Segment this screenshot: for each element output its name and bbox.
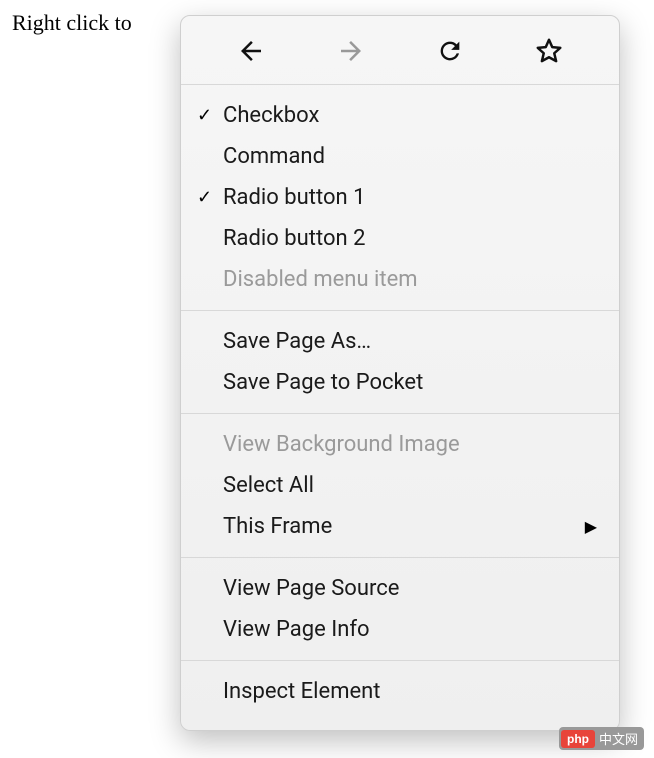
watermark-text: 中文网 — [599, 729, 638, 748]
context-menu: ✓ Checkbox Command ✓ Radio button 1 Radi… — [180, 15, 620, 731]
menu-item-select-all[interactable]: Select All — [181, 465, 619, 506]
submenu-arrow-icon: ▶ — [577, 515, 597, 539]
menu-item-label: Save Page to Pocket — [223, 366, 597, 399]
menu-item-label: Select All — [223, 469, 597, 502]
reload-icon[interactable] — [436, 37, 464, 65]
back-icon[interactable] — [236, 36, 266, 66]
menu-item-label: Checkbox — [223, 99, 597, 132]
menu-section-3: View Background Image Select All This Fr… — [181, 414, 619, 557]
menu-item-label: View Background Image — [223, 428, 597, 461]
menu-item-view-page-info[interactable]: View Page Info — [181, 609, 619, 650]
menu-item-view-bg-image: View Background Image — [181, 424, 619, 465]
menu-item-command[interactable]: Command — [181, 136, 619, 177]
menu-item-view-source[interactable]: View Page Source — [181, 568, 619, 609]
menu-item-label: Command — [223, 140, 597, 173]
menu-section-1: ✓ Checkbox Command ✓ Radio button 1 Radi… — [181, 85, 619, 310]
menu-item-label: Inspect Element — [223, 675, 597, 708]
bookmark-star-icon[interactable] — [534, 36, 564, 66]
menu-item-this-frame[interactable]: This Frame ▶ — [181, 506, 619, 547]
watermark: php 中文网 — [559, 727, 644, 750]
menu-section-5: Inspect Element — [181, 661, 619, 722]
menu-item-label: Radio button 2 — [223, 222, 597, 255]
menu-section-4: View Page Source View Page Info — [181, 558, 619, 660]
menu-item-label: View Page Info — [223, 613, 597, 646]
menu-section-2: Save Page As… Save Page to Pocket — [181, 311, 619, 413]
watermark-logo: php — [561, 730, 595, 748]
menu-item-inspect-element[interactable]: Inspect Element — [181, 671, 619, 712]
menu-item-checkbox[interactable]: ✓ Checkbox — [181, 95, 619, 136]
menu-item-label: Disabled menu item — [223, 263, 597, 296]
menu-item-radio-2[interactable]: Radio button 2 — [181, 218, 619, 259]
menu-item-radio-1[interactable]: ✓ Radio button 1 — [181, 177, 619, 218]
context-menu-toolbar — [181, 22, 619, 84]
menu-item-label: Save Page As… — [223, 325, 597, 358]
menu-item-label: Radio button 1 — [223, 181, 597, 214]
forward-icon — [336, 36, 366, 66]
menu-item-save-page-as[interactable]: Save Page As… — [181, 321, 619, 362]
menu-item-disabled: Disabled menu item — [181, 259, 619, 300]
menu-item-label: This Frame — [223, 510, 577, 543]
menu-item-label: View Page Source — [223, 572, 597, 605]
menu-item-save-to-pocket[interactable]: Save Page to Pocket — [181, 362, 619, 403]
checkmark-icon: ✓ — [197, 184, 223, 211]
checkmark-icon: ✓ — [197, 102, 223, 129]
